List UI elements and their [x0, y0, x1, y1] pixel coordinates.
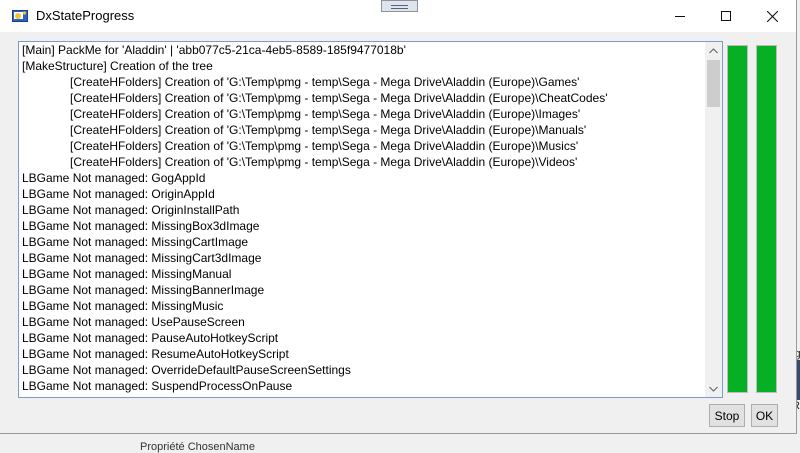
scrollbar-thumb[interactable]	[707, 60, 720, 107]
app-icon	[12, 9, 28, 23]
log-line: LBGame Not managed: MissingCart3dImage	[22, 251, 262, 265]
close-icon	[766, 10, 778, 22]
log-line: [CreateHFolders] Creation of 'G:\Temp\pm…	[70, 107, 581, 121]
log-textbox[interactable]: [Main] PackMe for 'Aladdin' | 'abb077c5-…	[18, 41, 723, 398]
log-line: [CreateHFolders] Creation of 'G:\Temp\pm…	[70, 123, 587, 137]
minimize-icon	[675, 16, 685, 17]
progress-bar-1	[727, 45, 748, 393]
maximize-icon	[721, 11, 731, 21]
log-line: LBGame Not managed: MissingMusic	[22, 299, 224, 313]
log-line: LBGame Not managed: ResumeAutoHotkeyScri…	[22, 347, 289, 361]
scroll-down-button[interactable]	[705, 380, 722, 397]
stop-button[interactable]: Stop	[709, 404, 745, 427]
chevron-up-icon	[709, 47, 718, 53]
log-line: LBGame Not managed: OriginAppId	[22, 187, 215, 201]
log-line: [Main] PackMe for 'Aladdin' | 'abb077c5-…	[22, 43, 406, 57]
window-title: DxStateProgress	[36, 8, 135, 23]
vertical-scrollbar[interactable]	[705, 42, 722, 397]
ok-button[interactable]: OK	[751, 404, 778, 427]
log-line: [CreateHFolders] Creation of 'G:\Temp\pm…	[70, 75, 580, 89]
log-line: LBGame Not managed: SuspendProcessOnPaus…	[22, 379, 293, 393]
close-button[interactable]	[749, 0, 795, 32]
maximize-button[interactable]	[703, 0, 749, 32]
scroll-up-button[interactable]	[705, 42, 722, 59]
minimize-button[interactable]	[657, 0, 703, 32]
log-line: LBGame Not managed: ForcefulPauseScreenA…	[19, 394, 703, 397]
log-line: LBGame Not managed: MissingManual	[22, 267, 232, 281]
log-line: LBGame Not managed: MissingCartImage	[22, 235, 249, 249]
log-line: LBGame Not managed: GogAppId	[22, 171, 206, 185]
progress-bar-2	[756, 45, 777, 393]
log-line: LBGame Not managed: MissingBannerImage	[22, 283, 265, 297]
chevron-down-icon	[709, 386, 718, 392]
log-line: LBGame Not managed: OverrideDefaultPause…	[22, 363, 351, 377]
log-line: [CreateHFolders] Creation of 'G:\Temp\pm…	[70, 91, 608, 105]
progress-window: DxStateProgress [Main] PackMe for 'Aladd…	[0, 0, 797, 434]
log-line: LBGame Not managed: UsePauseScreen	[22, 315, 245, 329]
log-line: [MakeStructure] Creation of the tree	[22, 59, 213, 73]
progress-bar-2-fill	[757, 46, 776, 392]
log-line: LBGame Not managed: OriginInstallPath	[22, 203, 240, 217]
background-property-label: Propriété ChosenName	[140, 441, 255, 453]
progress-bar-1-fill	[728, 46, 747, 392]
log-line: LBGame Not managed: MissingBox3dImage	[22, 219, 260, 233]
log-line: [CreateHFolders] Creation of 'G:\Temp\pm…	[70, 139, 579, 153]
title-bar[interactable]: DxStateProgress	[0, 0, 796, 32]
log-lines: [Main] PackMe for 'Aladdin' | 'abb077c5-…	[19, 42, 703, 397]
log-line: [CreateHFolders] Creation of 'G:\Temp\pm…	[70, 155, 578, 169]
log-line: LBGame Not managed: PauseAutoHotkeyScrip…	[22, 331, 279, 345]
drag-handle-icon[interactable]	[381, 0, 418, 12]
